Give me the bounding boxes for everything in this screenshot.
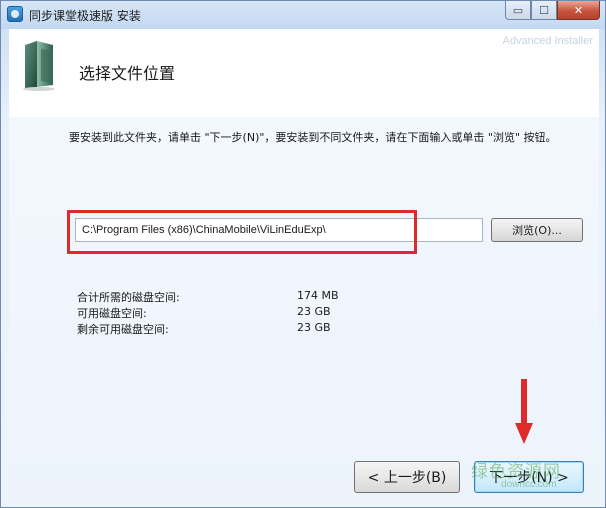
- disk-space-value: 23 GB: [297, 321, 331, 334]
- browse-button[interactable]: 浏览(O)...: [491, 218, 583, 242]
- app-icon: [7, 6, 23, 22]
- disk-space-row: 剩余可用磁盘空间: 23 GB: [77, 321, 377, 337]
- install-path-input[interactable]: [75, 218, 483, 242]
- page-title: 选择文件位置: [79, 64, 176, 83]
- disk-space-label: 可用磁盘空间:: [77, 307, 147, 320]
- disk-space-value: 174 MB: [297, 289, 339, 302]
- close-button[interactable]: ✕: [557, 1, 600, 20]
- disk-space-label: 合计所需的磁盘空间:: [77, 291, 180, 304]
- header-panel: 选择文件位置 Advanced Installer: [9, 29, 599, 117]
- disk-space-value: 23 GB: [297, 305, 331, 318]
- installer-window: 同步课堂极速版 安装 ▭ ☐ ✕ 选择文件位置 Advanced Install…: [0, 0, 606, 508]
- disk-space-row: 合计所需的磁盘空间: 174 MB: [77, 289, 377, 305]
- disk-space-row: 可用磁盘空间: 23 GB: [77, 305, 377, 321]
- disk-space-label: 剩余可用磁盘空间:: [77, 323, 169, 336]
- disk-space-table: 合计所需的磁盘空间: 174 MB 可用磁盘空间: 23 GB 剩余可用磁盘空间…: [77, 289, 377, 337]
- folder-icon: [23, 41, 55, 91]
- minimize-button[interactable]: ▭: [505, 1, 531, 20]
- instructions-text: 要安装到此文件夹，请单击 "下一步(N)"，要安装到不同文件夹，请在下面输入或单…: [69, 131, 557, 144]
- arrow-down-icon: [515, 379, 533, 444]
- minimize-icon: ▭: [512, 3, 524, 17]
- caption-buttons: ▭ ☐ ✕: [505, 1, 600, 21]
- window-title: 同步课堂极速版 安装: [29, 9, 141, 23]
- maximize-button[interactable]: ☐: [531, 1, 557, 20]
- brand-label: Advanced Installer: [502, 35, 594, 47]
- title-bar[interactable]: 同步课堂极速版 安装 ▭ ☐ ✕: [1, 1, 605, 29]
- next-button[interactable]: 下一步(N) >: [474, 461, 584, 493]
- maximize-icon: ☐: [539, 3, 549, 17]
- close-icon: ✕: [573, 3, 584, 17]
- back-button[interactable]: < 上一步(B): [354, 461, 460, 493]
